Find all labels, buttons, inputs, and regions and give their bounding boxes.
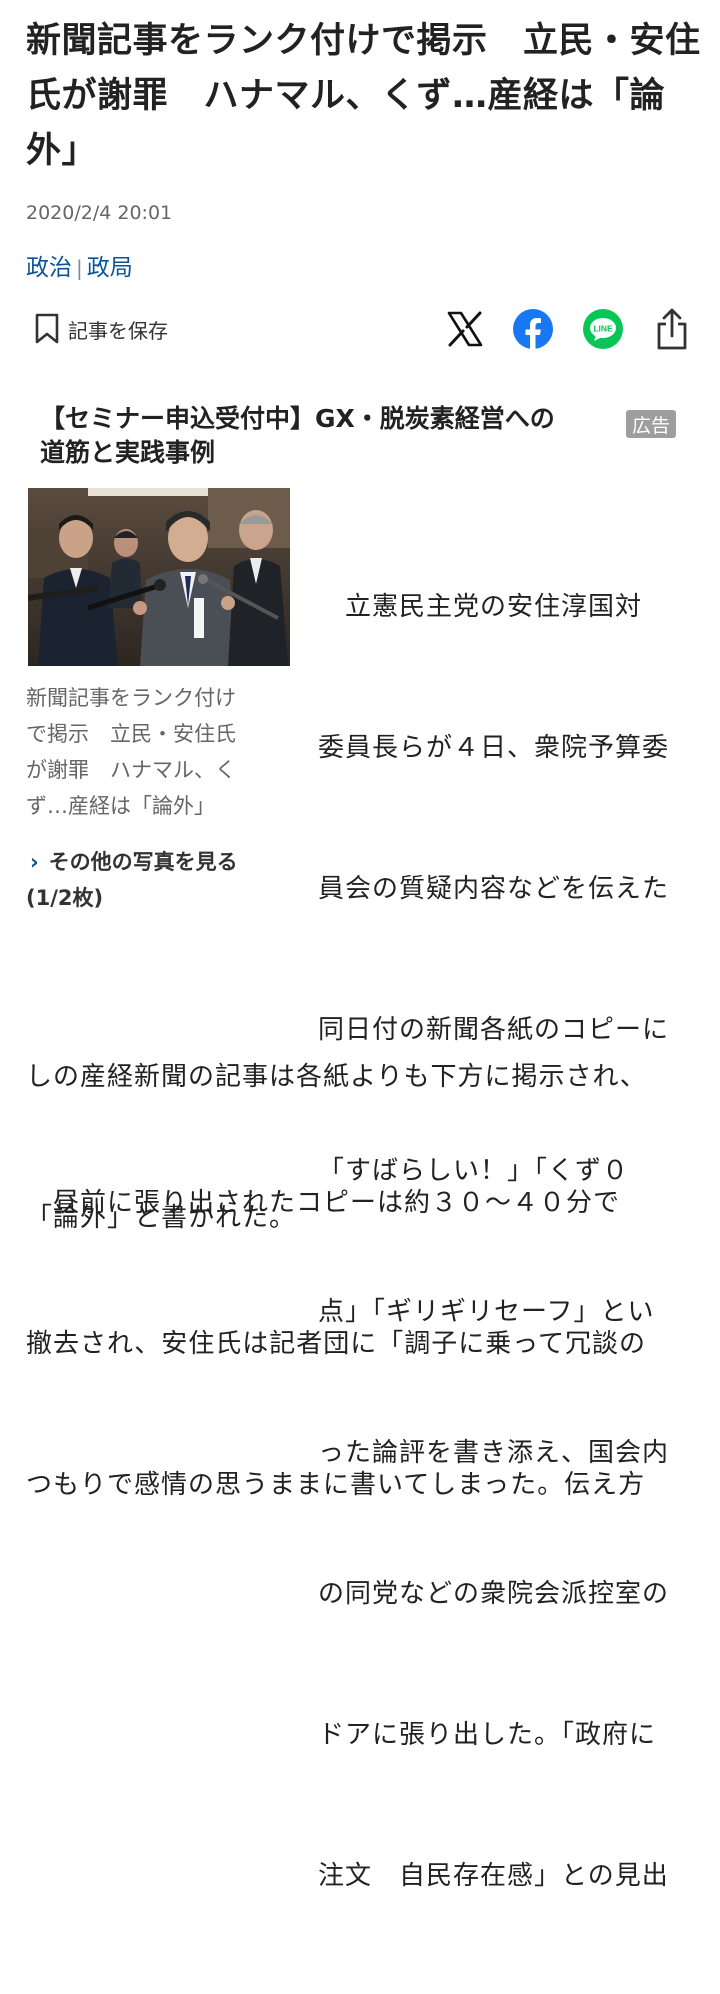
article-title: 新聞記事をランク付けで掲示 立民・安住 氏が謝罪 ハナマル、くず…産経は「論 外…	[26, 14, 706, 179]
save-article-label: 記事を保存	[68, 318, 168, 343]
body-line: 注文 自民存在感」との見出	[318, 1861, 669, 1891]
chevron-right-icon: ›	[30, 850, 39, 874]
caption-line: 新聞記事をランク付け	[26, 686, 236, 710]
bookmark-icon	[35, 313, 59, 344]
facebook-icon	[513, 309, 553, 349]
share-line-button[interactable]: LINE	[581, 306, 625, 352]
line-icon-text: LINE	[593, 324, 613, 334]
ad-text-line: 【セミナー申込受付中】GX・脱炭素経営への	[40, 404, 555, 433]
share-more-button[interactable]	[650, 306, 694, 352]
share-icon	[657, 308, 687, 350]
caption-line: で掲示 立民・安住氏	[26, 722, 236, 746]
more-photos-link[interactable]: › その他の写真を見る (1/2枚)	[26, 844, 290, 916]
ad-link[interactable]: 【セミナー申込受付中】GX・脱炭素経営への 道筋と実践事例	[40, 402, 680, 470]
photo-caption: 新聞記事をランク付け で掲示 立民・安住氏 が謝罪 ハナマル、く ず…産経は「論…	[26, 680, 281, 824]
press-conference-photo	[28, 488, 290, 666]
category-separator: |	[76, 256, 83, 280]
article-body-paragraph-2: 昼前に張り出されたコピーは約３０～４０分で 撤去され、安住氏は記者団に「調子に乗…	[26, 1086, 646, 1603]
body-line: 昼前に張り出されたコピーは約３０～４０分で	[26, 1188, 621, 1218]
category-link-politics[interactable]: 政治	[26, 255, 72, 281]
article-page: 新聞記事をランク付けで掲示 立民・安住 氏が謝罪 ハナマル、くず…産経は「論 外…	[0, 0, 720, 1891]
body-line: 立憲民主党の安住淳国対	[318, 592, 643, 622]
caption-line: ず…産経は「論外」	[26, 794, 215, 818]
x-icon	[447, 311, 483, 347]
publish-date: 2020/2/4 20:01	[26, 202, 173, 224]
save-article-button[interactable]: 記事を保存	[34, 312, 168, 346]
line-icon: LINE	[583, 309, 623, 349]
body-line: 員会の質疑内容などを伝えた	[318, 874, 670, 904]
title-line: 新聞記事をランク付けで掲示 立民・安住	[26, 21, 701, 61]
body-line: 撤去され、安住氏は記者団に「調子に乗って冗談の	[26, 1329, 646, 1359]
category-link-political-situation[interactable]: 政局	[87, 255, 133, 281]
photo-count: (1/2枚)	[26, 886, 104, 910]
ad-badge: 広告	[626, 410, 676, 438]
title-line: 外」	[26, 131, 98, 171]
more-photos-label: その他の写真を見る	[48, 850, 238, 874]
ad-text-line: 道筋と実践事例	[40, 438, 216, 467]
share-facebook-button[interactable]	[511, 306, 555, 352]
body-line: つもりで感情の思うままに書いてしまった。伝え方	[26, 1470, 646, 1500]
category-breadcrumb: 政治 | 政局	[26, 248, 133, 282]
body-line: ドアに張り出した。「政府に	[318, 1720, 657, 1750]
body-line: 委員長らが４日、衆院予算委	[318, 733, 670, 763]
title-line: 氏が謝罪 ハナマル、くず…産経は「論	[26, 76, 666, 116]
article-photo[interactable]	[28, 488, 290, 666]
caption-line: が謝罪 ハナマル、く	[26, 758, 236, 782]
share-x-button[interactable]	[443, 306, 487, 352]
